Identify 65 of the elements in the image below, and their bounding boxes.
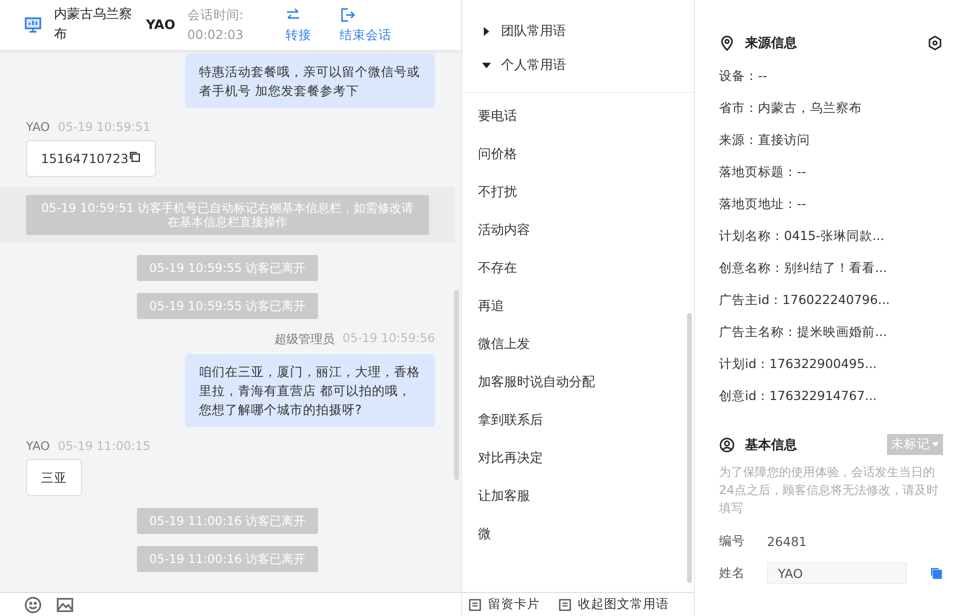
visitor-location: 内蒙古乌兰察布 [54,6,133,44]
scrollbar-thumb[interactable] [687,313,692,583]
phrase-item[interactable]: 问价格 [462,135,694,173]
info-field: 广告主名称：提米映画婚前... [719,316,943,348]
field-label: 编号 [719,532,745,550]
field-label: 姓名 [719,564,745,582]
info-field: 创意名称：别纠结了！看看... [719,252,943,284]
user-circle-icon [719,436,735,452]
phrase-item[interactable]: 不打扰 [462,173,694,211]
sender-name: YAO [26,439,50,453]
hexagon-settings-icon [927,35,943,51]
info-field: 来源：直接访问 [719,124,943,156]
document-icon [468,598,482,612]
toolbar-button[interactable]: 留资卡片 [468,596,540,613]
info-field: 落地页标题：-- [719,156,943,188]
document-icon [558,598,572,612]
exit-icon [339,6,356,22]
info-field: 省市：内蒙古，乌兰察布 [719,92,943,124]
message-bubble: 特惠活动套餐哦，亲可以留个微信号或者手机号 加您发套餐参考下 [185,54,436,108]
message-time: 05-19 11:00:15 [58,439,150,453]
message-bubble: 咱们在三亚，厦门，丽江，大理，香格里拉，青海有直营店 都可以拍的哦，您想了解哪个城市的拍摄呀? [185,354,436,427]
phrase-group-header[interactable]: 团队常用语 [462,14,694,48]
phrase-item[interactable]: 拿到联系后 [462,401,694,439]
location-pin-icon [719,35,735,51]
caret-right-icon [482,26,492,36]
caret-down-icon [932,442,939,447]
emoji-icon [24,596,42,614]
phrase-group-header[interactable]: 个人常用语 [462,48,694,82]
transfer-button[interactable]: 转接 [285,6,312,44]
message-time: 05-19 10:59:51 [58,120,150,134]
notice-text: 为了保障您的使用体验，会话发生当日的24点之后，顾客信息将无法修改，请及时填写 [719,464,940,517]
visitor-name: YAO [146,18,176,32]
phrase-item[interactable]: 加客服时说自动分配 [462,363,694,401]
sender-name: YAO [26,120,50,134]
field-value: 26481 [767,534,807,548]
end-session-button[interactable]: 结束会话 [339,6,392,44]
scrollbar-thumb[interactable] [454,290,460,480]
copy-icon [128,150,142,163]
info-field: 计划id：176322900495... [719,348,943,380]
phrase-item[interactable]: 微信上发 [462,325,694,363]
image-icon [56,596,74,614]
phrase-item[interactable]: 活动内容 [462,211,694,249]
toolbar-button[interactable]: 收起图文常用语 [558,596,670,613]
sender-name: 超级管理员 [274,331,334,348]
message-time: 05-19 10:59:56 [342,331,436,347]
message-bubble: 15164710723 [26,140,156,177]
name-field[interactable]: YAO [767,562,907,584]
phrase-item[interactable]: 不存在 [462,249,694,287]
message-bubble: 三亚 [26,459,82,496]
section-title: 基本信息 [745,436,798,454]
info-field: 广告主id：176022240796... [719,284,943,316]
caret-down-icon [482,60,492,70]
phrase-item[interactable]: 对比再决定 [462,439,694,477]
phrase-item[interactable]: 让加客服 [462,477,694,515]
monitor-icon [24,16,42,34]
phrase-item[interactable]: 要电话 [462,97,694,135]
info-field: 创意id：176322914767... [719,380,943,412]
info-field: 计划名称：0415-张琳同款... [719,220,943,252]
info-field: 落地页地址：-- [719,188,943,220]
phrase-item[interactable]: 再追 [462,287,694,325]
session-time: 会话时间: 00:02:03 [187,6,245,44]
info-field: 设备：-- [719,60,943,92]
phrase-item[interactable]: 微 [462,515,694,553]
copy-icon [929,566,943,580]
section-title: 来源信息 [745,35,798,52]
